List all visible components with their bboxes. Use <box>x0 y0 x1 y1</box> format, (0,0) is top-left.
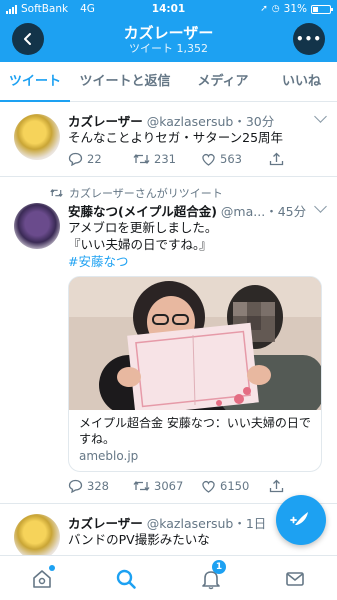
battery-percent: 31% <box>283 3 307 15</box>
link-card[interactable]: メイプル超合金 安藤なつ：いい夫婦の日ですね。 ameblo.jp <box>68 276 322 472</box>
retweet-count: 3067 <box>154 479 184 493</box>
nav-notifications[interactable]: 1 <box>198 560 226 592</box>
mail-icon <box>286 572 304 586</box>
new-content-dot <box>49 565 55 571</box>
retweet-count: 231 <box>154 152 176 166</box>
retweet-icon <box>133 480 150 492</box>
reply-count: 328 <box>87 479 109 493</box>
share-icon <box>269 479 284 493</box>
tweet-text-line: 『いい夫婦の日ですね。』 <box>68 237 212 252</box>
tweet-time: ・1日 <box>233 516 267 531</box>
tweet-author-name: カズレーザー <box>68 516 143 531</box>
avatar[interactable] <box>14 203 60 249</box>
more-options-button[interactable]: ••• <box>293 23 325 55</box>
tweet-author-name: カズレーザー <box>68 114 143 129</box>
search-icon <box>116 569 136 589</box>
tweet-count: ツイート 1,352 <box>129 42 208 55</box>
tweet-header: カズレーザー @kazlasersub・30分 <box>68 111 274 130</box>
heart-icon <box>202 480 215 493</box>
card-image <box>69 277 321 410</box>
tab-likes[interactable]: いいね <box>266 62 337 102</box>
tweet-item[interactable]: カズレーザーさんがリツイート 安藤なつ(メイプル超合金) @ma...・45分 … <box>0 177 337 504</box>
retweet-button[interactable]: 3067 <box>133 479 183 493</box>
tweet-text-line: アメブロを更新しました。 <box>68 220 218 235</box>
share-button[interactable] <box>269 152 284 166</box>
like-count: 563 <box>220 152 242 166</box>
avatar[interactable] <box>14 514 60 560</box>
retweet-button[interactable]: 231 <box>133 152 176 166</box>
reply-icon <box>68 479 83 493</box>
card-photo <box>69 277 321 410</box>
like-button[interactable]: 563 <box>201 152 242 166</box>
nav-home[interactable] <box>29 565 55 592</box>
tweet-header: カズレーザー @kazlasersub・1日 <box>68 513 266 532</box>
chevron-down-icon[interactable] <box>314 110 327 123</box>
status-bar: SoftBank 4G 14:01 ➚ ◷ 31% <box>0 0 337 18</box>
tab-tweets[interactable]: ツイート <box>0 62 70 102</box>
bottom-navigation: 1 <box>0 555 337 600</box>
retweet-note-text: カズレーザーさんがリツイート <box>69 187 223 200</box>
tweet-text: アメブロを更新しました。 『いい夫婦の日ですね。』 #安藤なつ <box>68 219 217 270</box>
compose-feather-icon <box>290 512 308 528</box>
tweet-time: ・30分 <box>233 114 275 129</box>
tweet-actions: 22 231 563 <box>68 152 293 170</box>
reply-count: 22 <box>87 152 102 166</box>
tweet-time: ・45分 <box>265 204 307 219</box>
share-button[interactable] <box>269 479 284 493</box>
heart-icon <box>202 153 215 166</box>
battery-icon <box>311 4 333 14</box>
nav-messages[interactable] <box>282 566 308 592</box>
notification-badge: 1 <box>212 560 226 574</box>
tweet-actions: 328 3067 6150 <box>68 479 293 497</box>
card-domain: ameblo.jp <box>79 449 139 463</box>
card-title: メイプル超合金 安藤なつ：いい夫婦の日ですね。 <box>79 416 311 446</box>
tweet-text: バンドのPV撮影みたいな <box>68 532 210 547</box>
reply-button[interactable]: 22 <box>68 152 102 166</box>
nav-search[interactable] <box>113 566 139 592</box>
tweet-text: そんなことよりセガ・サターン25周年 <box>68 130 284 145</box>
tweet-header: 安藤なつ(メイプル超合金) @ma...・45分 <box>68 201 306 220</box>
chevron-down-icon[interactable] <box>314 200 327 213</box>
retweet-icon <box>133 153 150 165</box>
location-icon: ➚ <box>260 4 268 14</box>
reply-icon <box>68 152 83 166</box>
tab-tweets-and-replies[interactable]: ツイートと返信 <box>70 62 180 102</box>
like-button[interactable]: 6150 <box>201 479 249 493</box>
like-count: 6150 <box>220 479 250 493</box>
profile-tabs: ツイート ツイートと返信 メディア いいね <box>0 62 337 102</box>
tweet-item[interactable]: カズレーザー @kazlasersub・30分 そんなことよりセガ・サターン25… <box>0 102 337 177</box>
profile-header: SoftBank 4G 14:01 ➚ ◷ 31% カズレーザー ツイート 1,… <box>0 0 337 62</box>
tweet-author-name: 安藤なつ(メイプル超合金) <box>68 204 217 219</box>
tweet-author-handle: @kazlasersub <box>146 516 234 531</box>
retweet-note: カズレーザーさんがリツイート <box>50 185 223 201</box>
tab-media[interactable]: メディア <box>180 62 266 102</box>
compose-tweet-button[interactable] <box>276 495 326 545</box>
reply-button[interactable]: 328 <box>68 479 109 493</box>
hashtag-link[interactable]: #安藤なつ <box>68 253 217 270</box>
alarm-icon: ◷ <box>271 4 280 14</box>
home-icon <box>33 570 51 588</box>
tweet-author-handle: @ma... <box>220 204 266 219</box>
share-icon <box>269 152 284 166</box>
avatar[interactable] <box>14 114 60 160</box>
retweet-icon <box>50 189 63 197</box>
tweet-author-handle: @kazlasersub <box>146 114 234 129</box>
